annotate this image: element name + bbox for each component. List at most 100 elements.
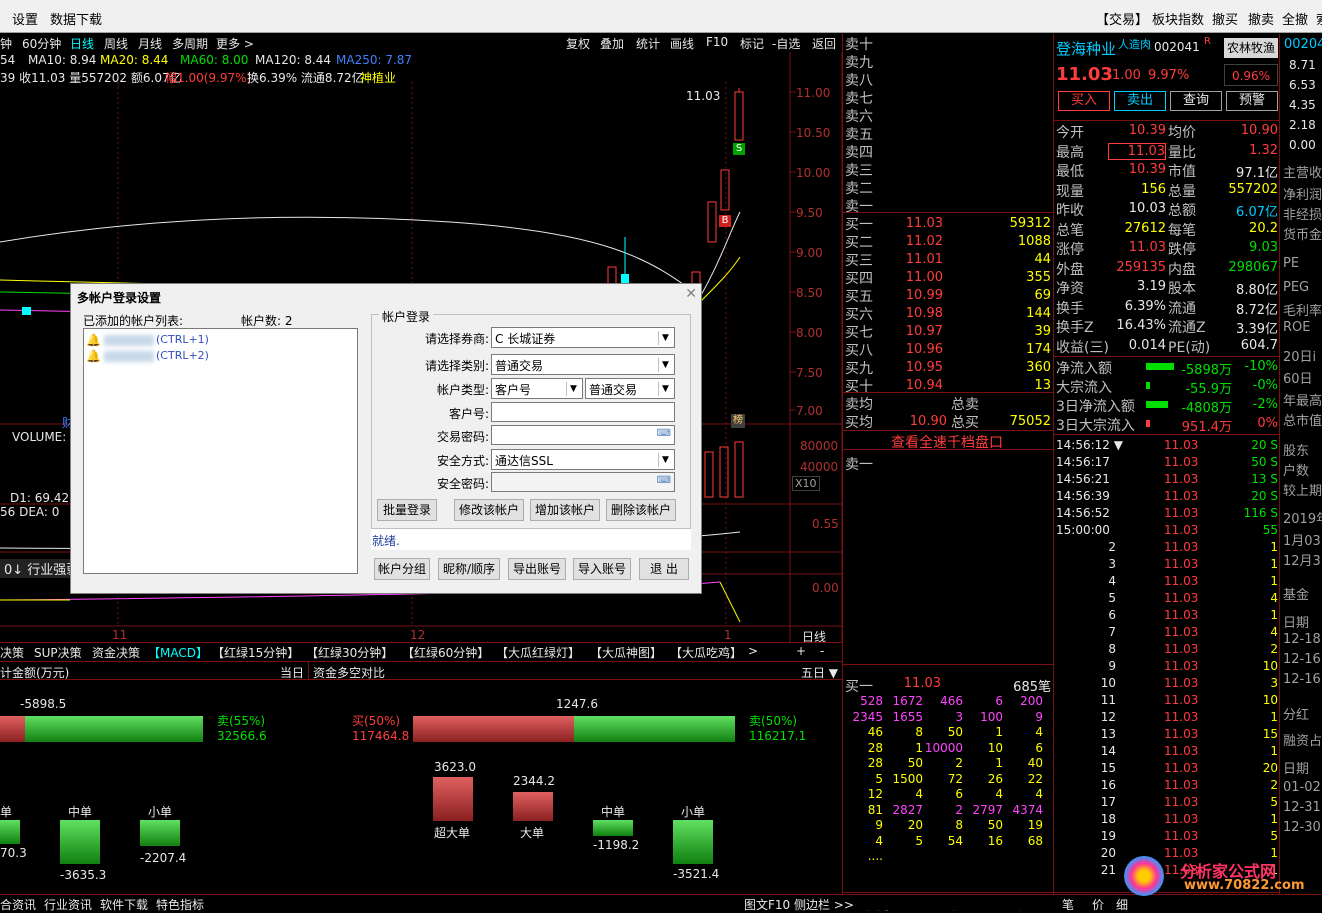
tab-dg-chart[interactable]: 【大瓜神图】 [590,644,662,661]
close-tab-icon[interactable]: - [820,644,824,658]
account-list[interactable]: 🔔 (CTRL+1) 🔔 (CTRL+2) [83,328,358,574]
footer-tab-trades[interactable]: 笔 [1062,896,1074,913]
tool-f10[interactable]: F10 [706,35,728,49]
period-week[interactable]: 周线 [104,35,128,52]
batch-login-button[interactable]: 批量登录 [377,499,437,521]
period-min[interactable]: 钟 [0,35,12,52]
fund-left-period[interactable]: 当日 [280,664,304,681]
tool-mark[interactable]: 标记 [740,35,764,52]
queue-cell: 4374 [1012,802,1043,817]
footer-news[interactable]: 合资讯 [0,896,36,913]
tool-watchlist[interactable]: -自选 [772,35,800,52]
x-tick: 1 [724,628,732,642]
security-mode-select[interactable]: 通达信SSL ▼ [491,449,675,470]
alert-button[interactable]: 预警 [1226,91,1278,111]
fund-left-sell-label: 卖(55%) [217,714,266,728]
menu-data-download[interactable]: 数据下载 [50,9,102,28]
queue-cell: 54 [947,833,963,848]
query-button[interactable]: 查询 [1170,91,1222,111]
menu-sector-index[interactable]: 板块指数 [1152,9,1204,28]
import-account-button[interactable]: 导入账号 [573,558,631,580]
footer-industry[interactable]: 行业资讯 [44,896,92,913]
flow-pct: -10% [1244,359,1278,374]
tick-price: 11.03 [1164,625,1199,639]
dialog-close-icon[interactable]: ✕ [685,286,697,302]
period-month[interactable]: 月线 [138,35,162,52]
security-password-input[interactable]: ⌨ [491,472,675,492]
tick-price: 11.03 [1164,676,1199,690]
dialog-title: 多帐户登录设置 [77,291,162,305]
menu-settings[interactable]: 设置 [12,9,38,28]
footer-tab-price[interactable]: 价 [1092,896,1104,913]
sell-level-label: 卖二 [845,181,873,197]
delete-account-button[interactable]: 删除该帐户 [606,499,676,521]
footer-tab-detail[interactable]: 细 [1116,896,1128,913]
account-group-button[interactable]: 帐户分组 [374,558,430,580]
tab-rg15[interactable]: 【红绿15分钟】 [212,644,299,661]
footer-f10-sidebar[interactable]: 图文F10 侧边栏 >> [744,896,854,913]
tab-rg60[interactable]: 【红绿60分钟】 [402,644,489,661]
tool-draw[interactable]: 画线 [670,35,694,52]
footer-download[interactable]: 软件下载 [100,896,148,913]
account-type-select[interactable]: 客户号 ▼ [491,378,583,399]
tab-dg-light[interactable]: 【大瓜红绿灯】 [496,644,580,661]
queue-cell: 68 [1027,833,1043,848]
side-label: 货币金 [1283,228,1322,243]
queue-cell: 6 [1035,740,1043,755]
add-account-button[interactable]: 增加该帐户 [530,499,600,521]
sell-level-label: 卖七 [845,91,873,107]
fund-right-period[interactable]: 五日 ▼ [801,664,838,681]
category-select[interactable]: 普通交易 ▼ [491,354,675,375]
period-60min[interactable]: 60分钟 [22,35,61,52]
tab-sup[interactable]: SUP决策 [34,644,82,661]
menu-cancel-buy[interactable]: 撤买 [1212,9,1238,28]
tab-dg-chicken[interactable]: 【大瓜吃鸡】 [670,644,742,661]
s-badge[interactable]: S [733,143,745,155]
add-tab-icon[interactable]: + [796,644,806,658]
menu-cancel-all[interactable]: 全撤 [1282,9,1308,28]
menu-more[interactable]: 索 [1316,9,1322,28]
buy1-queue-label: 买一 [845,679,873,695]
tab-decision[interactable]: 决策 [0,644,24,661]
tick-time: 3 [1108,557,1116,571]
stat-value: 6.39% [1124,298,1166,314]
stock-tag[interactable]: 人造肉 [1118,36,1151,52]
broker-select[interactable]: C 长城证券 ▼ [491,327,675,348]
exit-button[interactable]: 退 出 [639,558,689,580]
keyboard-icon[interactable]: ⌨ [657,428,671,439]
tool-back[interactable]: 返回 [812,35,836,52]
keyboard-icon[interactable]: ⌨ [657,475,671,486]
period-multi[interactable]: 多周期 [172,35,208,52]
edit-account-button[interactable]: 修改该帐户 [454,499,524,521]
footer-indicators[interactable]: 特色指标 [156,896,204,913]
menu-cancel-sell[interactable]: 撤卖 [1248,9,1274,28]
nickname-order-button[interactable]: 昵称/顺序 [438,558,500,580]
buy-button[interactable]: 买入 [1058,91,1110,111]
full-depth-link[interactable]: 查看全速千档盘口 [891,432,1003,452]
sell-button[interactable]: 卖出 [1114,91,1166,111]
b-badge[interactable]: B [719,215,731,227]
tabs-scroll-icon[interactable]: > [748,644,758,658]
tool-overlay[interactable]: 叠加 [600,35,624,52]
trade-type-select[interactable]: 普通交易 ▼ [585,378,675,399]
side-axis-value: 4.35 [1289,98,1316,112]
tool-stats[interactable]: 统计 [636,35,660,52]
sector-label[interactable]: 农林牧渔 [1224,38,1278,58]
bang-badge[interactable]: 榜 [731,414,745,428]
queue-cell: .... [867,849,883,863]
tab-macd[interactable]: 【MACD】 [148,644,208,661]
period-more[interactable]: 更多 > [216,35,254,52]
buy-level-price: 10.97 [905,324,943,339]
menu-trade[interactable]: 【交易】 [1096,9,1148,28]
x10-label[interactable]: X10 [792,476,820,491]
account-item[interactable]: 🔔 (CTRL+2) [86,349,286,363]
tab-rg30[interactable]: 【红绿30分钟】 [306,644,393,661]
export-account-button[interactable]: 导出账号 [508,558,566,580]
account-item[interactable]: 🔔 (CTRL+1) [86,333,286,347]
tab-fund[interactable]: 资金决策 [92,644,140,661]
tool-adjust[interactable]: 复权 [566,35,590,52]
flow-bar [1146,363,1174,370]
trade-password-input[interactable]: ⌨ [491,425,675,445]
customer-id-input[interactable] [491,402,675,422]
period-day[interactable]: 日线 [70,35,94,52]
